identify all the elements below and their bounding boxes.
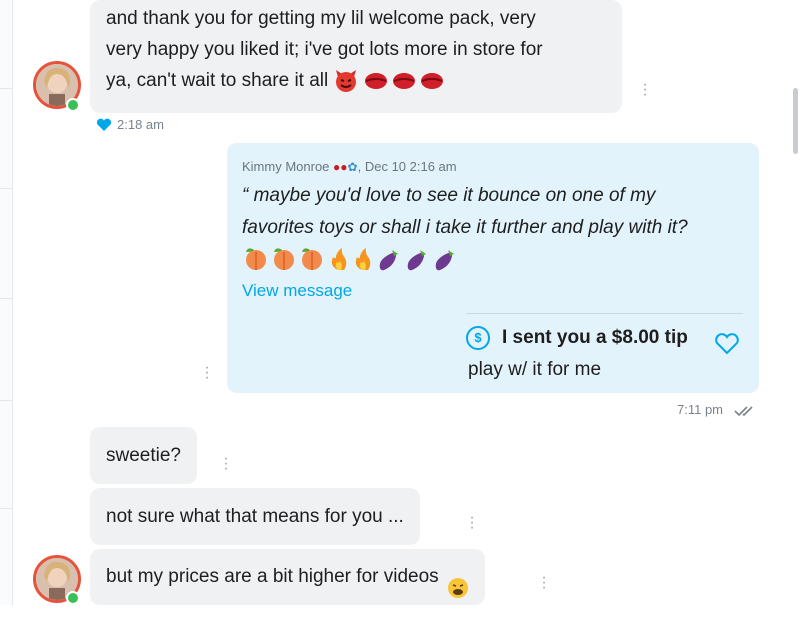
tip-note: play w/ it for me <box>468 359 602 380</box>
dollar-coin-icon: $ <box>466 326 490 350</box>
divider <box>0 88 12 89</box>
peach-emoji <box>274 248 294 270</box>
tip-label: I sent you a $8.00 tip <box>502 327 688 348</box>
divider <box>0 400 12 401</box>
fire-emoji <box>331 248 347 270</box>
lips-emoji <box>364 72 387 89</box>
message-text: but my prices are a bit higher for video… <box>106 566 439 587</box>
devil-emoji <box>335 69 356 92</box>
message-time: 7:11 pm <box>677 402 724 417</box>
message-time: 2:18 am <box>117 117 164 132</box>
view-message-link[interactable]: View message <box>242 281 352 301</box>
quoted-author: Kimmy Monroe <box>242 159 330 174</box>
online-status-dot <box>66 98 80 112</box>
message-options-icon[interactable]: · · · <box>469 510 475 536</box>
message-line: and thank you for getting my lil welcome… <box>106 8 536 29</box>
quoted-line: “ maybe you'd love to see it bounce on o… <box>242 185 656 206</box>
quoted-message: “ maybe you'd love to see it bounce on o… <box>242 180 742 244</box>
cherries-icon: ●● <box>333 160 348 174</box>
quoted-header: Kimmy Monroe ●●✿, Dec 10 2:16 am <box>242 159 457 174</box>
weary-face-emoji <box>447 566 469 598</box>
message-text: ya, can't wait to share it all <box>106 70 329 91</box>
message-options-icon[interactable]: · · · <box>642 77 648 103</box>
eggplant-emoji <box>379 250 398 271</box>
eggplant-emoji <box>407 250 426 271</box>
divider <box>466 313 743 314</box>
emoji-group <box>244 246 464 277</box>
emoji-group <box>334 69 446 93</box>
liked-heart-icon[interactable] <box>96 118 112 137</box>
online-status-dot <box>66 591 80 605</box>
butterfly-icon: ✿ <box>347 160 358 174</box>
message-options-icon[interactable]: · · · <box>204 360 210 386</box>
double-check-icon <box>734 404 758 422</box>
message-line: very happy you liked it; i've got lots m… <box>106 39 543 60</box>
left-panel-edge <box>0 0 13 605</box>
peach-emoji <box>246 248 266 270</box>
eggplant-emoji <box>435 250 454 271</box>
message-options-icon[interactable]: · · · <box>541 570 547 596</box>
tip-label-row: $ I sent you a $8.00 tip <box>466 326 688 350</box>
lips-emoji <box>392 72 415 89</box>
quoted-line: favorites toys or shall i take it furthe… <box>242 217 688 238</box>
divider <box>0 298 12 299</box>
lips-emoji <box>420 72 443 89</box>
message-text: sweetie? <box>106 445 181 466</box>
message-welcome: and thank you for getting my lil welcome… <box>90 0 622 113</box>
quoted-date: , Dec 10 2:16 am <box>357 159 457 174</box>
fire-emoji <box>355 248 371 270</box>
message-not-sure: not sure what that means for you ... <box>90 488 420 545</box>
heart-outline-icon <box>714 332 740 361</box>
scrollbar-thumb[interactable] <box>793 88 798 154</box>
message-line: ya, can't wait to share it all <box>106 65 606 96</box>
divider <box>0 508 12 509</box>
divider <box>0 188 12 189</box>
message-prices: but my prices are a bit higher for video… <box>90 549 485 605</box>
message-options-icon[interactable]: · · · <box>223 451 229 477</box>
message-text: not sure what that means for you ... <box>106 506 404 527</box>
peach-emoji <box>302 248 322 270</box>
message-sweetie: sweetie? <box>90 427 197 484</box>
